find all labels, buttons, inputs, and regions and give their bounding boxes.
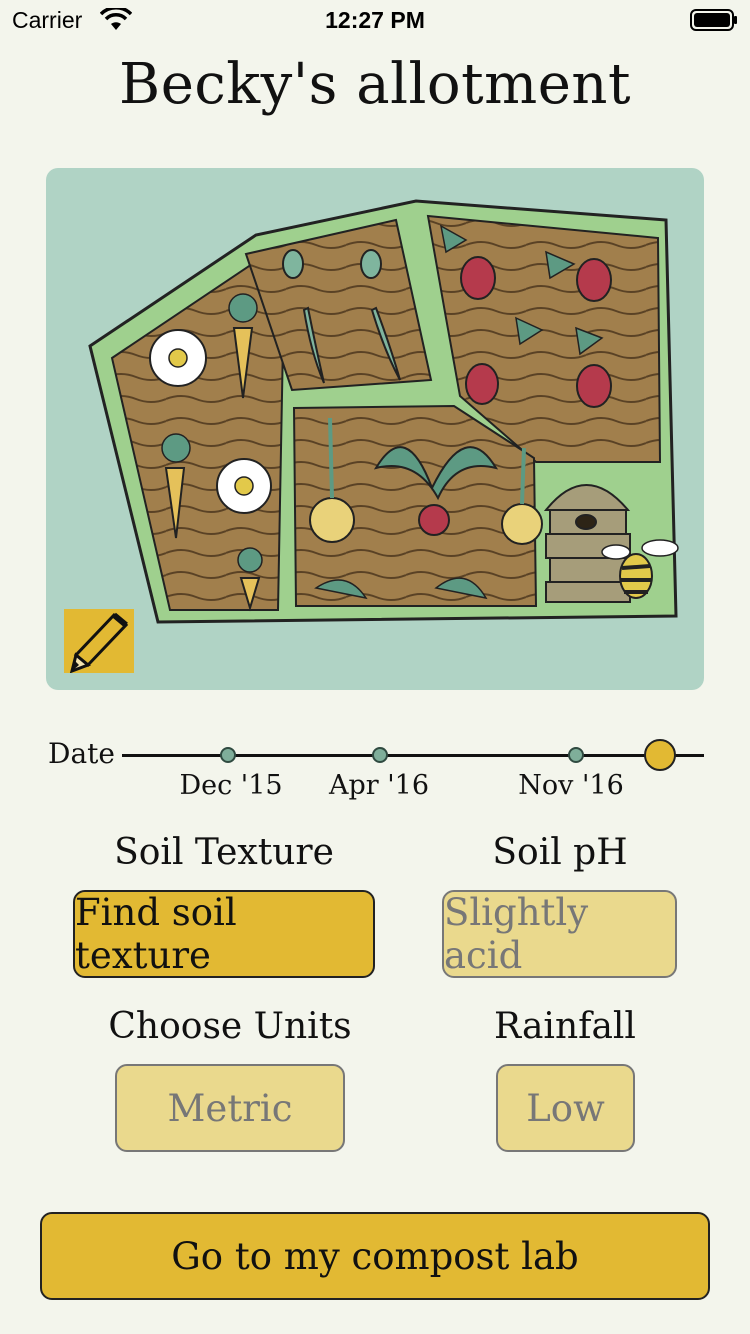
- timeline-current-handle[interactable]: [644, 739, 676, 771]
- rainfall-button[interactable]: Low: [496, 1064, 635, 1152]
- soil-ph-button[interactable]: Slightly acid: [442, 890, 677, 978]
- beehive-icon: [543, 484, 631, 603]
- units-button[interactable]: Metric: [115, 1064, 345, 1152]
- timeline-label: Date: [48, 737, 115, 770]
- battery-icon: [690, 9, 737, 31]
- timeline-point-nov-16[interactable]: [568, 747, 584, 763]
- status-bar: Carrier 12:27 PM: [0, 0, 750, 40]
- page-title: Becky's allotment: [119, 52, 631, 117]
- clock: 12:27 PM: [325, 7, 425, 33]
- allotment-map[interactable]: [46, 168, 704, 690]
- timeline-date-label: Dec '15: [179, 770, 283, 801]
- timeline-point-dec-15[interactable]: [220, 747, 236, 763]
- find-soil-texture-button[interactable]: Find soil texture: [73, 890, 375, 978]
- choose-units-label: Choose Units: [108, 1006, 352, 1047]
- rainfall-label: Rainfall: [494, 1006, 636, 1047]
- timeline-date-label: Apr '16: [328, 770, 430, 801]
- soil-texture-label: Soil Texture: [114, 832, 334, 873]
- soil-ph-label: Soil pH: [492, 832, 628, 873]
- compost-lab-button[interactable]: Go to my compost lab: [40, 1212, 710, 1300]
- allotment-illustration: [88, 199, 679, 624]
- pencil-icon: [69, 612, 129, 673]
- timeline-point-apr-16[interactable]: [372, 747, 388, 763]
- timeline-date-label: Nov '16: [518, 770, 624, 801]
- timeline-track[interactable]: [122, 754, 704, 757]
- edit-map-button[interactable]: [64, 609, 134, 673]
